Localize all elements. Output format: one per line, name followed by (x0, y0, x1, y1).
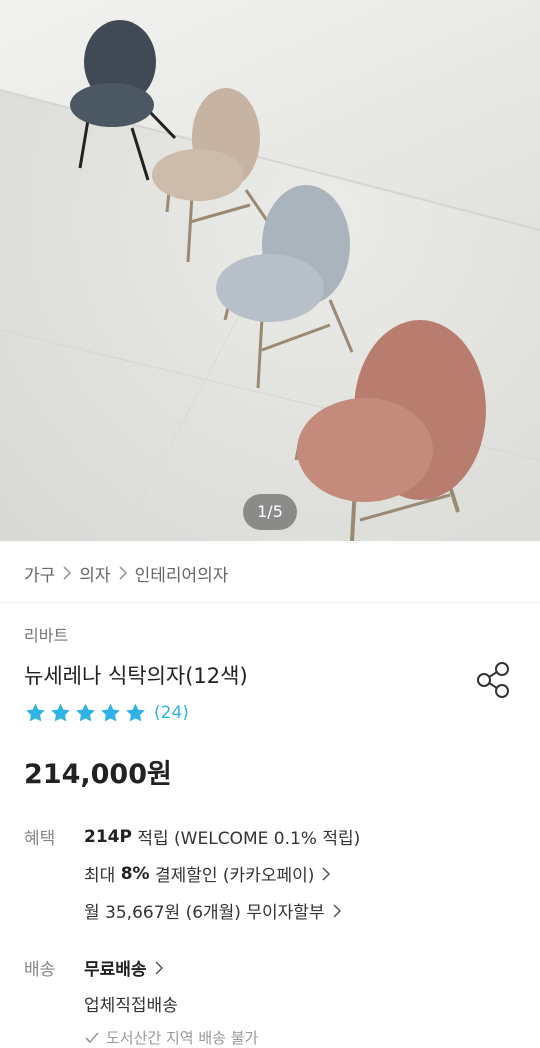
discount-prefix: 최대 (84, 866, 121, 886)
share-button[interactable] (475, 661, 513, 699)
star-icon (51, 703, 70, 722)
benefit-label: 혜택 (24, 829, 56, 849)
product-title: 뉴세레나 식탁의자(12색) (24, 664, 248, 688)
image-pager-indicator: 1/5 (243, 494, 297, 530)
review-count[interactable]: (24) (154, 703, 189, 723)
breadcrumb-item-chair[interactable]: 의자 (79, 561, 110, 586)
chevron-right-icon (63, 566, 72, 580)
star-icon (126, 703, 145, 722)
delivery-label: 배송 (24, 960, 56, 980)
point-benefit: 214P 적립 (WELCOME 0.1% 적립) (84, 824, 361, 850)
rating[interactable]: (24) (24, 702, 189, 724)
delivery-note: 도서산간 지역 배송 불가 (84, 1027, 258, 1048)
breadcrumb-item-furniture[interactable]: 가구 (24, 561, 55, 586)
discount-description: 결제할인 (카카오페이) (149, 866, 315, 886)
delivery-note-text: 도서산간 지역 배송 불가 (106, 1029, 259, 1047)
discount-rate: 8% (120, 863, 150, 884)
free-delivery[interactable]: 무료배송 (84, 955, 165, 980)
divider (0, 602, 540, 603)
chevron-right-icon (333, 903, 341, 918)
product-price: 214,000원 (24, 759, 172, 790)
free-delivery-text: 무료배송 (84, 960, 147, 980)
chevron-right-icon (118, 566, 127, 580)
delivery-method: 업체직접배송 (84, 996, 178, 1016)
discount-benefit[interactable]: 최대 8% 결제할인 (카카오페이) (84, 861, 332, 886)
breadcrumb: 가구 의자 인테리어의자 (24, 559, 228, 587)
star-icon (101, 703, 120, 722)
share-icon (477, 662, 509, 698)
brand-name[interactable]: 리바트 (24, 622, 68, 646)
product-image-carousel[interactable]: 1/5 (0, 0, 540, 541)
star-icon (76, 703, 95, 722)
chevron-right-icon (322, 866, 331, 881)
breadcrumb-item-interior-chair[interactable]: 인테리어의자 (135, 561, 229, 586)
installment-text: 월 35,667원 (6개월) 무이자할부 (84, 903, 325, 923)
check-icon (85, 1031, 99, 1043)
chair-photo (0, 0, 540, 541)
point-amount: 214P (84, 826, 132, 847)
star-icon (26, 703, 45, 722)
chevron-right-icon (155, 960, 163, 975)
point-description: 적립 (WELCOME 0.1% 적립) (131, 829, 361, 849)
installment-benefit[interactable]: 월 35,667원 (6개월) 무이자할부 (84, 898, 343, 923)
